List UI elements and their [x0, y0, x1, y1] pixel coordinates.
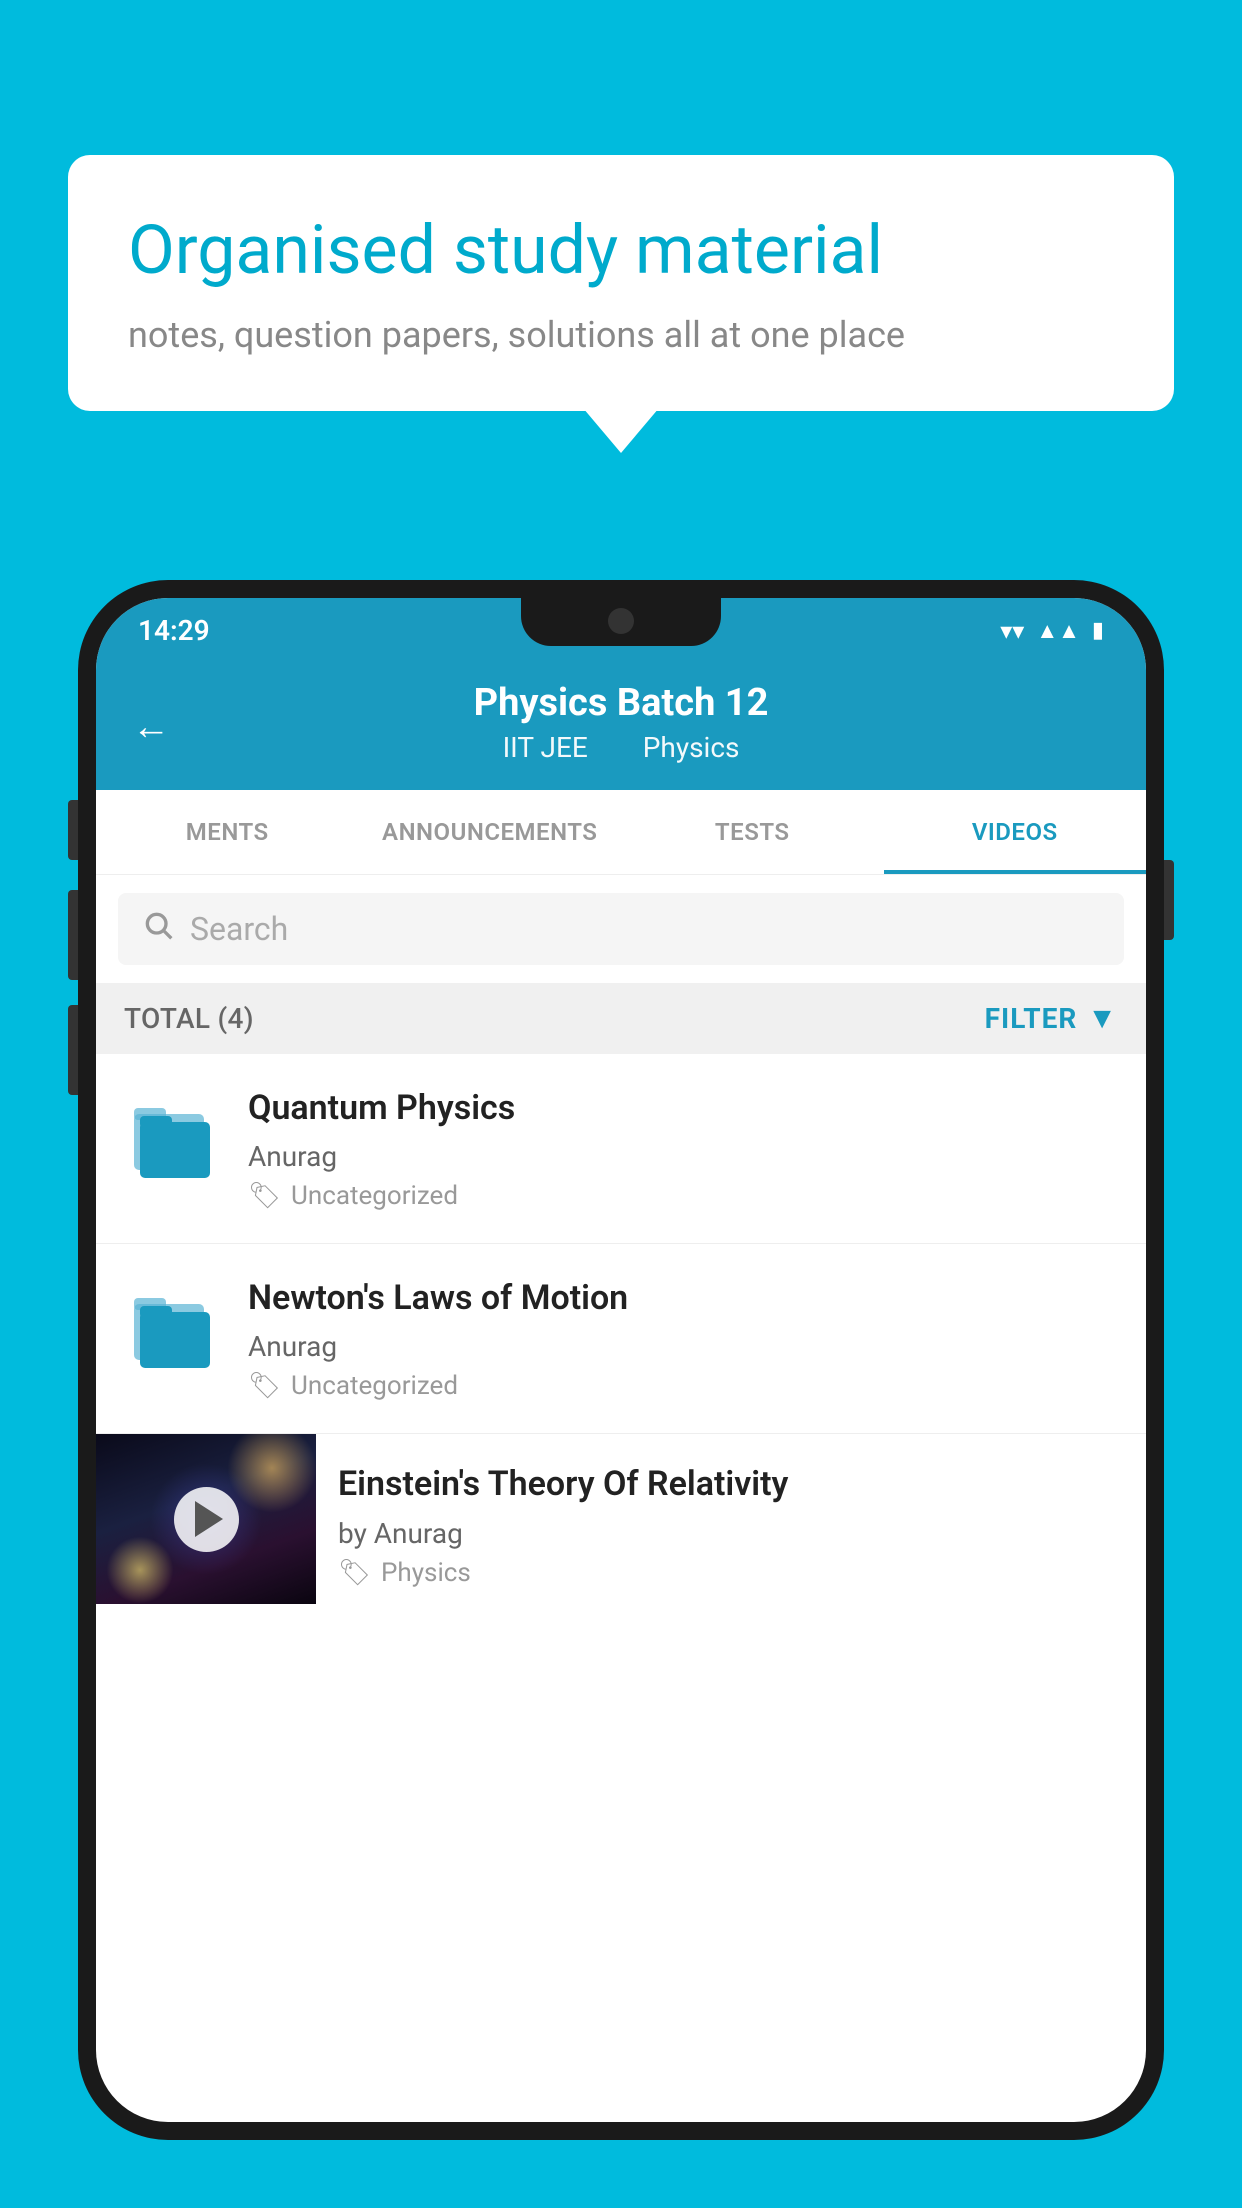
filter-button[interactable]: FILTER ▼	[985, 1001, 1118, 1036]
tab-announcements[interactable]: ANNOUNCEMENTS	[359, 790, 622, 874]
status-icons: ▾▾ ▲▲ ▮	[1000, 617, 1104, 645]
total-count: TOTAL (4)	[124, 1002, 254, 1035]
header-title: Physics Batch 12	[136, 681, 1106, 725]
volume-down-button	[68, 890, 78, 980]
tag-icon: 🏷	[248, 1181, 281, 1211]
filter-label: FILTER	[985, 1002, 1078, 1035]
folder-icon	[132, 1286, 212, 1374]
tab-ments[interactable]: MENTS	[96, 790, 359, 874]
header-physics: Physics	[643, 731, 740, 764]
folder-icon-container	[124, 1086, 220, 1194]
signal-icon: ▲▲	[1036, 618, 1080, 644]
search-input[interactable]: Search	[190, 910, 288, 948]
video-tag: 🏷 Physics	[338, 1558, 1124, 1588]
list-item[interactable]: Quantum Physics Anurag 🏷 Uncategorized	[96, 1054, 1146, 1244]
battery-icon: ▮	[1092, 618, 1104, 643]
video-title: Quantum Physics	[248, 1086, 1118, 1130]
video-tag: 🏷 Uncategorized	[248, 1181, 1118, 1211]
folder-icon	[132, 1096, 212, 1184]
video-title: Einstein's Theory Of Relativity	[338, 1462, 1124, 1506]
search-bar[interactable]: Search	[118, 893, 1124, 965]
video-list: Quantum Physics Anurag 🏷 Uncategorized	[96, 1054, 1146, 1616]
phone-outer: 14:29 ▾▾ ▲▲ ▮ ← Physics Batch 12 IIT JEE…	[78, 580, 1164, 2140]
header-subtitle: IIT JEE Physics	[136, 731, 1106, 764]
tab-tests[interactable]: TESTS	[621, 790, 884, 874]
video-info: Quantum Physics Anurag 🏷 Uncategorized	[248, 1086, 1118, 1211]
tag-icon: 🏷	[338, 1558, 371, 1588]
phone-container: 14:29 ▾▾ ▲▲ ▮ ← Physics Batch 12 IIT JEE…	[78, 580, 1164, 2208]
video-author: Anurag	[248, 1140, 1118, 1173]
list-item[interactable]: Einstein's Theory Of Relativity by Anura…	[96, 1434, 1146, 1615]
header-iit-jee: IIT JEE	[503, 731, 588, 764]
search-icon	[142, 909, 174, 949]
video-info: Einstein's Theory Of Relativity by Anura…	[316, 1434, 1146, 1615]
video-thumbnail	[96, 1434, 316, 1604]
phone-screen: 14:29 ▾▾ ▲▲ ▮ ← Physics Batch 12 IIT JEE…	[96, 598, 1146, 2122]
filter-bar: TOTAL (4) FILTER ▼	[96, 983, 1146, 1054]
tabs-container: MENTS ANNOUNCEMENTS TESTS VIDEOS	[96, 790, 1146, 875]
wifi-icon: ▾▾	[1000, 617, 1024, 645]
search-container: Search	[96, 875, 1146, 983]
speech-bubble-container: Organised study material notes, question…	[68, 155, 1174, 411]
tag-icon: 🏷	[248, 1371, 281, 1401]
tab-videos[interactable]: VIDEOS	[884, 790, 1147, 874]
phone-notch	[521, 598, 721, 646]
video-tag: 🏷 Uncategorized	[248, 1371, 1118, 1401]
video-author: by Anurag	[338, 1517, 1124, 1550]
status-time: 14:29	[138, 614, 210, 647]
bubble-title: Organised study material	[128, 210, 1114, 292]
front-camera	[608, 608, 634, 634]
list-item[interactable]: Newton's Laws of Motion Anurag 🏷 Uncateg…	[96, 1244, 1146, 1434]
tag-label: Uncategorized	[291, 1181, 458, 1211]
filter-icon: ▼	[1087, 1001, 1118, 1036]
app-header: ← Physics Batch 12 IIT JEE Physics	[96, 663, 1146, 790]
tag-label: Physics	[381, 1558, 471, 1588]
video-title: Newton's Laws of Motion	[248, 1276, 1118, 1320]
folder-icon-container	[124, 1276, 220, 1384]
video-info: Newton's Laws of Motion Anurag 🏷 Uncateg…	[248, 1276, 1118, 1401]
bubble-subtitle: notes, question papers, solutions all at…	[128, 314, 1114, 356]
speech-bubble: Organised study material notes, question…	[68, 155, 1174, 411]
tag-label: Uncategorized	[291, 1371, 458, 1401]
video-author: Anurag	[248, 1330, 1118, 1363]
power-button	[1164, 860, 1174, 940]
volume-up-button	[68, 800, 78, 860]
silent-button	[68, 1005, 78, 1095]
play-triangle	[195, 1501, 223, 1537]
play-button[interactable]	[174, 1487, 239, 1552]
